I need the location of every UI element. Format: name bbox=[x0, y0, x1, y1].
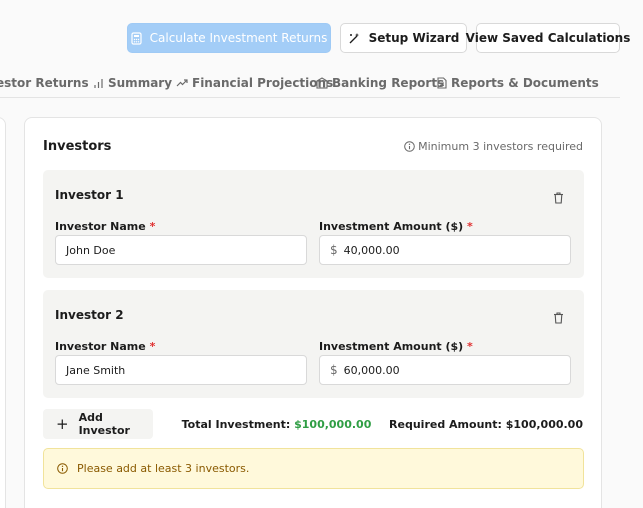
calculator-icon bbox=[131, 31, 142, 45]
investor-card: Investor 1 Investor Name * Investment Am… bbox=[43, 170, 584, 278]
investment-amount-label: Investment Amount ($) * bbox=[319, 220, 473, 233]
bar-chart-icon bbox=[94, 78, 103, 88]
investor-title: Investor 1 bbox=[55, 188, 124, 202]
magic-wand-icon bbox=[348, 32, 361, 45]
trash-icon bbox=[554, 312, 563, 324]
dollar-icon: $ bbox=[330, 363, 338, 377]
investors-title: Investors bbox=[43, 139, 112, 154]
required-mark: * bbox=[467, 220, 473, 233]
tab-summary[interactable]: Summary bbox=[93, 76, 172, 90]
trending-up-icon bbox=[176, 79, 188, 87]
alert-text: Please add at least 3 investors. bbox=[77, 462, 250, 475]
warning-alert: Please add at least 3 investors. bbox=[43, 448, 584, 489]
tab-label: Banking Reports bbox=[332, 76, 445, 90]
investor-name-label: Investor Name * bbox=[55, 220, 156, 233]
investor-name-input[interactable]: John Doe bbox=[55, 235, 307, 265]
tab-label: Summary bbox=[108, 76, 173, 90]
investment-amount-label: Investment Amount ($) * bbox=[319, 340, 473, 353]
setup-wizard-button[interactable]: Setup Wizard bbox=[340, 23, 467, 53]
investment-totals: Total Investment: $100,000.00 Required A… bbox=[182, 418, 583, 431]
calculate-returns-button[interactable]: Calculate Investment Returns bbox=[127, 23, 331, 53]
tab-label: estor Returns bbox=[0, 76, 89, 90]
investor-name-label: Investor Name * bbox=[55, 340, 156, 353]
tab-reports-documents[interactable]: Reports & Documents bbox=[437, 76, 599, 90]
required-mark: * bbox=[149, 220, 156, 233]
investment-amount-input[interactable]: $40,000.00 bbox=[319, 235, 571, 265]
investor-name-input[interactable]: Jane Smith bbox=[55, 355, 307, 385]
trash-icon bbox=[554, 192, 563, 204]
info-icon bbox=[404, 141, 415, 152]
total-investment-label: Total Investment: bbox=[181, 418, 291, 431]
minimum-investors-note: Minimum 3 investors required bbox=[404, 140, 583, 153]
investment-amount-input[interactable]: $60,000.00 bbox=[319, 355, 571, 385]
calculate-returns-label: Calculate Investment Returns bbox=[149, 31, 328, 45]
view-saved-calculations-label: View Saved Calculations bbox=[465, 31, 631, 45]
tab-label: Financial Projections bbox=[192, 76, 334, 90]
investor-card: Investor 2 Investor Name * Investment Am… bbox=[43, 290, 584, 398]
required-mark: * bbox=[467, 340, 473, 353]
tab-bar: estor Returns Summary Financial Projecti… bbox=[0, 70, 620, 98]
tab-financial-projections[interactable]: Financial Projections bbox=[176, 76, 333, 90]
tab-label: Reports & Documents bbox=[451, 76, 599, 90]
add-investor-button[interactable]: + Add Investor bbox=[43, 409, 153, 439]
note-text: Minimum 3 investors required bbox=[418, 140, 583, 153]
remove-investor-button[interactable] bbox=[553, 309, 564, 328]
bank-icon bbox=[316, 77, 328, 89]
view-saved-calculations-button[interactable]: View Saved Calculations bbox=[466, 23, 630, 53]
add-investor-label: Add Investor bbox=[78, 411, 130, 437]
tab-banking-reports[interactable]: Banking Reports bbox=[316, 76, 444, 90]
investor-title: Investor 2 bbox=[55, 308, 124, 322]
dollar-icon: $ bbox=[330, 243, 338, 257]
left-panel bbox=[0, 117, 6, 508]
document-icon bbox=[437, 77, 447, 89]
required-amount-value: $100,000.00 bbox=[505, 418, 583, 431]
required-amount-label: Required Amount: bbox=[389, 418, 502, 431]
total-investment-value: $100,000.00 bbox=[294, 418, 372, 431]
plus-icon: + bbox=[56, 415, 69, 433]
tab-investor-returns[interactable]: estor Returns bbox=[0, 76, 89, 90]
remove-investor-button[interactable] bbox=[553, 189, 564, 208]
info-icon bbox=[57, 463, 68, 474]
required-mark: * bbox=[149, 340, 156, 353]
setup-wizard-label: Setup Wizard bbox=[368, 31, 460, 45]
investors-card: Investors Minimum 3 investors required I… bbox=[24, 117, 602, 508]
toolbar: Calculate Investment Returns Setup Wizar… bbox=[0, 23, 643, 53]
